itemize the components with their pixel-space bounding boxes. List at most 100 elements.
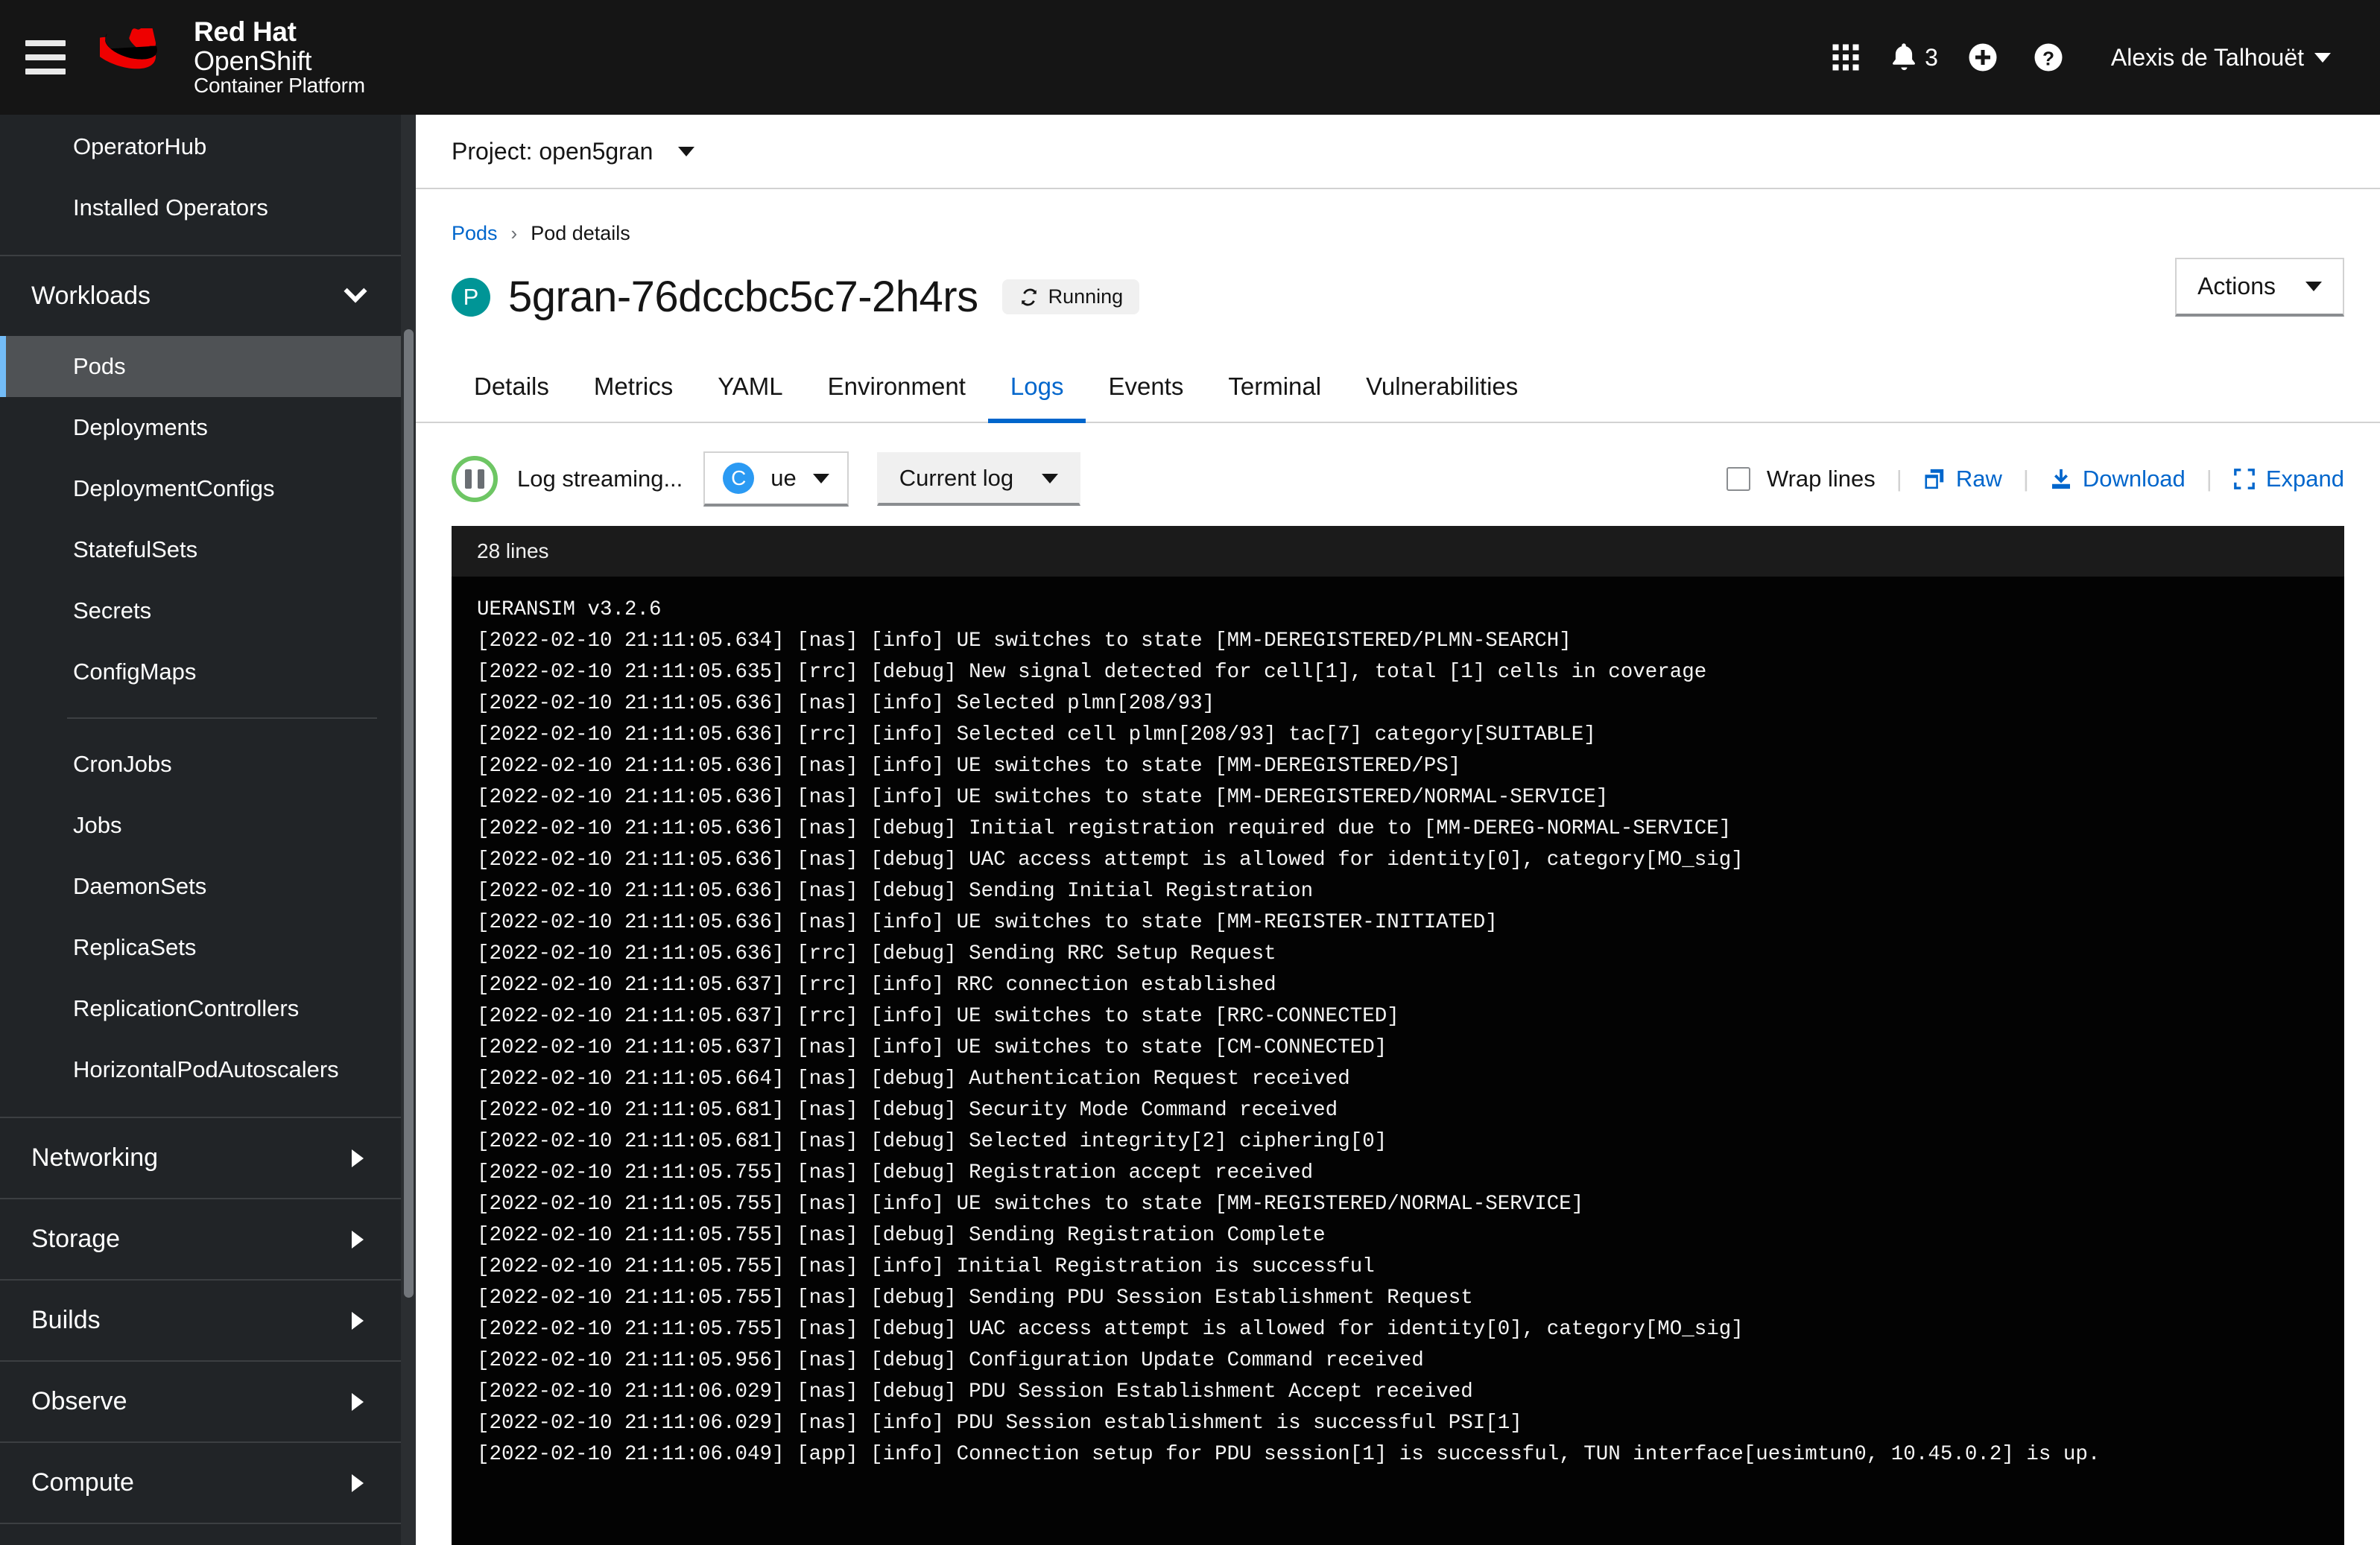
- sidebar-item-statefulsets[interactable]: StatefulSets: [0, 519, 408, 580]
- sidebar-item-label: Jobs: [73, 812, 122, 838]
- chevron-down-icon: [812, 473, 829, 483]
- tab-environment[interactable]: Environment: [806, 353, 988, 423]
- sidebar-item-label: StatefulSets: [73, 536, 198, 562]
- breadcrumb: Pods › Pod details: [452, 222, 2344, 245]
- wrap-lines-checkbox[interactable]: Wrap lines: [1726, 466, 1876, 492]
- expand-label: Expand: [2265, 466, 2344, 492]
- nav-group-observe[interactable]: Observe: [0, 1362, 408, 1441]
- notification-count: 3: [1925, 43, 1938, 71]
- breadcrumb-current: Pod details: [531, 222, 630, 244]
- log-line: [2022-02-10 21:11:05.636] [nas] [info] S…: [477, 692, 1215, 715]
- nav-group-storage[interactable]: Storage: [0, 1199, 408, 1279]
- add-resource-button[interactable]: [1950, 22, 2016, 93]
- raw-link[interactable]: Raw: [1923, 466, 2002, 492]
- sidebar-item-deploymentconfigs[interactable]: DeploymentConfigs: [0, 458, 408, 519]
- sidebar-item-configmaps[interactable]: ConfigMaps: [0, 641, 408, 702]
- nav-group-networking[interactable]: Networking: [0, 1118, 408, 1198]
- tab-logs[interactable]: Logs: [987, 353, 1086, 423]
- log-stream-status: Log streaming...: [517, 466, 683, 492]
- sidebar-item-jobs[interactable]: Jobs: [0, 795, 408, 856]
- download-label: Download: [2082, 466, 2186, 492]
- log-source-value: Current log: [899, 465, 1014, 491]
- checkbox-box-icon: [1726, 467, 1750, 491]
- log-line: [2022-02-10 21:11:05.636] [nas] [debug] …: [477, 817, 1732, 840]
- log-line: [2022-02-10 21:11:05.636] [nas] [info] U…: [477, 911, 1498, 934]
- main-content: Project: open5gran Pods › Pod details P …: [416, 115, 2380, 1545]
- log-toolbar-right: Wrap lines | Raw | Download | Expand: [1726, 466, 2344, 492]
- title-row: P 5gran-76dccbc5c7-2h4rs Running: [452, 272, 2344, 353]
- sidebar-item-operatorhub[interactable]: OperatorHub: [0, 116, 408, 177]
- log-line: [2022-02-10 21:11:05.636] [rrc] [debug] …: [477, 942, 1276, 965]
- sidebar-item-horizontalpodautoscalers[interactable]: HorizontalPodAutoscalers: [0, 1039, 408, 1100]
- sidebar-item-cronjobs[interactable]: CronJobs: [0, 734, 408, 795]
- download-icon: [2051, 469, 2070, 489]
- log-line: [2022-02-10 21:11:05.681] [nas] [debug] …: [477, 1099, 1338, 1122]
- sidebar-scrollbar-thumb[interactable]: [404, 329, 414, 1298]
- tab-vulnerabilities[interactable]: Vulnerabilities: [1344, 353, 1540, 423]
- nav-section-compute: Compute: [0, 1443, 408, 1524]
- sidebar-item-label: OperatorHub: [73, 133, 207, 159]
- sidebar-item-installed-operators[interactable]: Installed Operators: [0, 177, 408, 238]
- primary-navigation: Operators OperatorHub Installed Operator…: [0, 115, 416, 1545]
- brand-line-redhat: Red Hat: [194, 16, 297, 48]
- sidebar-item-pods[interactable]: Pods: [0, 336, 408, 397]
- sidebar-item-label: Secrets: [73, 597, 152, 624]
- window-restore-icon: [1925, 469, 1944, 489]
- tab-terminal[interactable]: Terminal: [1206, 353, 1344, 423]
- sidebar-scrollbar[interactable]: [401, 115, 416, 1545]
- log-line: [2022-02-10 21:11:05.681] [nas] [debug] …: [477, 1130, 1387, 1153]
- container-select[interactable]: C ue: [703, 451, 849, 507]
- hamburger-bar: [25, 69, 66, 74]
- resource-tabs: Details Metrics YAML Environment Logs Ev…: [416, 353, 2380, 423]
- log-line: [2022-02-10 21:11:05.636] [nas] [info] U…: [477, 786, 1609, 809]
- brand-logo[interactable]: Red Hat OpenShift Container Platform: [100, 16, 365, 97]
- sidebar-item-daemonsets[interactable]: DaemonSets: [0, 856, 408, 917]
- svg-text:?: ?: [2042, 47, 2054, 69]
- bell-wrap: 3: [1890, 42, 1938, 72]
- toolbar-separator: |: [1896, 466, 1902, 492]
- tab-events[interactable]: Events: [1086, 353, 1206, 423]
- expand-link[interactable]: Expand: [2233, 466, 2344, 492]
- nav-toggle-button[interactable]: [25, 34, 72, 80]
- sync-icon: [1021, 288, 1036, 305]
- nav-group-user-management[interactable]: User Management: [0, 1524, 408, 1545]
- log-line: [2022-02-10 21:11:05.635] [rrc] [debug] …: [477, 661, 1707, 684]
- log-stream-pause-button[interactable]: [452, 456, 498, 502]
- tab-metrics[interactable]: Metrics: [572, 353, 695, 423]
- log-line: [2022-02-10 21:11:05.637] [rrc] [info] R…: [477, 974, 1276, 997]
- nav-sublist-operators: OperatorHub Installed Operators: [0, 116, 408, 255]
- actions-dropdown-button[interactable]: Actions: [2175, 258, 2344, 317]
- chevron-down-icon: [1042, 473, 1059, 483]
- nav-group-builds[interactable]: Builds: [0, 1281, 408, 1360]
- brand-text: Red Hat OpenShift Container Platform: [194, 16, 365, 97]
- masthead-toolbar: 3 ? Alexis de Talhouët: [1813, 22, 2347, 93]
- project-selector[interactable]: Project: open5gran: [452, 138, 695, 165]
- nav-section-operators: Operators OperatorHub Installed Operator…: [0, 115, 408, 256]
- log-line: [2022-02-10 21:11:05.664] [nas] [debug] …: [477, 1067, 1350, 1091]
- application-launcher-button[interactable]: [1813, 22, 1879, 93]
- sidebar-item-replicasets[interactable]: ReplicaSets: [0, 917, 408, 978]
- container-select-value: ue: [770, 465, 797, 491]
- log-source-select[interactable]: Current log: [876, 452, 1081, 506]
- tab-yaml[interactable]: YAML: [695, 353, 805, 423]
- breadcrumb-link-pods[interactable]: Pods: [452, 222, 498, 245]
- log-line: [2022-02-10 21:11:05.634] [nas] [info] U…: [477, 629, 1572, 653]
- sidebar-item-deployments[interactable]: Deployments: [0, 397, 408, 458]
- actions-label: Actions: [2197, 273, 2276, 299]
- log-output[interactable]: UERANSIM v3.2.6 [2022-02-10 21:11:05.634]…: [452, 577, 2344, 1545]
- tab-details[interactable]: Details: [452, 353, 572, 423]
- chevron-down-icon: [2314, 52, 2331, 63]
- toolbar-separator: |: [2022, 466, 2029, 492]
- download-link[interactable]: Download: [2050, 466, 2186, 492]
- page-title: 5gran-76dccbc5c7-2h4rs: [508, 273, 978, 321]
- help-button[interactable]: ?: [2016, 22, 2081, 93]
- sidebar-item-replicationcontrollers[interactable]: ReplicationControllers: [0, 978, 408, 1039]
- notifications-button[interactable]: 3: [1879, 22, 1950, 93]
- nav-group-compute[interactable]: Compute: [0, 1443, 408, 1523]
- toolbar-separator: |: [2206, 466, 2212, 492]
- sidebar-item-secrets[interactable]: Secrets: [0, 580, 408, 641]
- nav-group-workloads[interactable]: Workloads: [0, 256, 408, 336]
- nav-group-label: Observe: [31, 1387, 127, 1415]
- user-menu-button[interactable]: Alexis de Talhouët: [2081, 22, 2347, 93]
- masthead: Red Hat OpenShift Container Platform 3 ?…: [0, 0, 2380, 115]
